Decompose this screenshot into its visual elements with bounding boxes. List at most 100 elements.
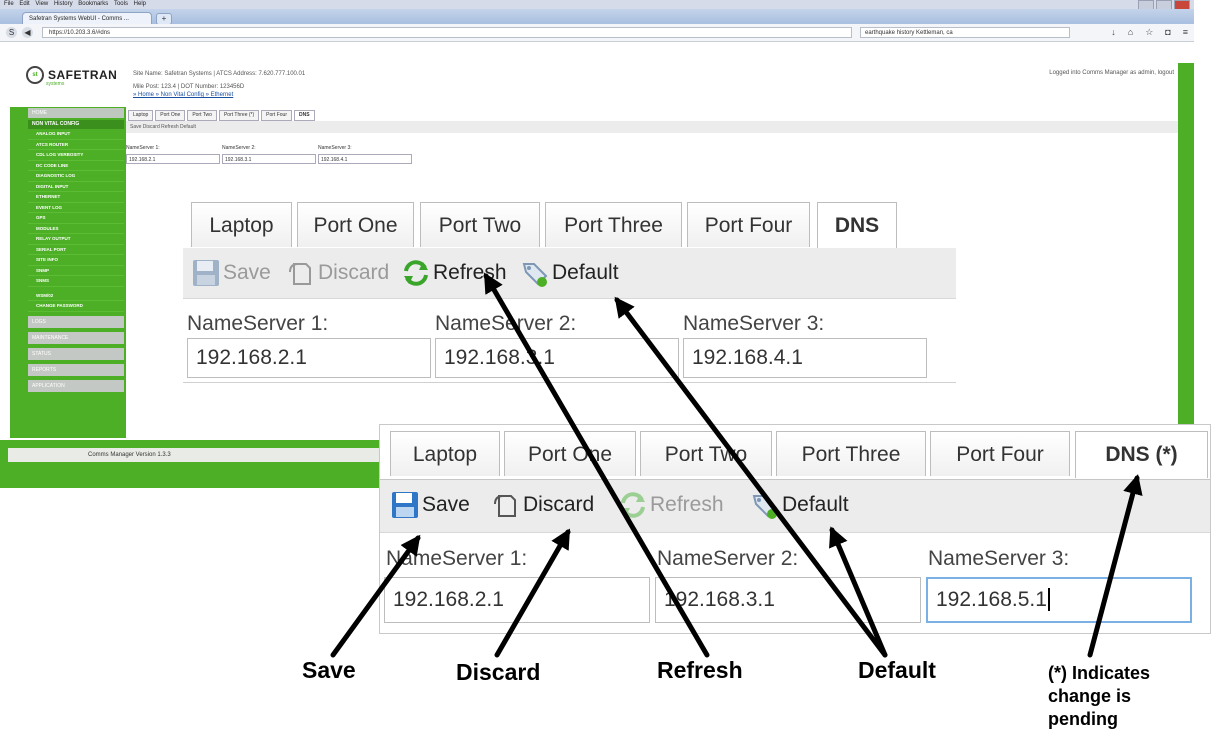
- sidebar-item[interactable]: DIAGNOSTIC LOG: [28, 171, 124, 182]
- tab-port-one[interactable]: Port One: [504, 431, 636, 476]
- safetran-logo: st SAFETRAN systems: [26, 66, 118, 87]
- menu-icon[interactable]: ≡: [1183, 27, 1188, 38]
- tab-port-three[interactable]: Port Three: [545, 202, 682, 247]
- default-button[interactable]: Default: [750, 480, 849, 530]
- sidebar-home[interactable]: HOME: [28, 108, 124, 118]
- discard-icon: [286, 258, 316, 288]
- small-tab-port-one[interactable]: Port One: [155, 110, 186, 121]
- nameserver-1-input[interactable]: 192.168.2.1: [384, 577, 650, 623]
- sidebar-section-nonvital[interactable]: NON VITAL CONFIG: [28, 120, 124, 129]
- discard-button[interactable]: Discard: [286, 248, 389, 298]
- browser-navbar: S ◀ https://10.203.3.6/#dns earthquake h…: [0, 24, 1194, 42]
- logo-text: SAFETRAN: [48, 68, 118, 82]
- small-ns1-label: NameServer 1:: [126, 145, 160, 151]
- nameserver-2-label: NameServer 2:: [657, 547, 799, 570]
- tab-dns-pending[interactable]: DNS (*): [1075, 431, 1208, 478]
- menu-history[interactable]: History: [54, 1, 73, 7]
- sidebar-group[interactable]: LOGS: [28, 315, 124, 328]
- sidebar-group[interactable]: APPLICATION: [28, 379, 124, 392]
- default-button[interactable]: Default: [520, 248, 619, 298]
- refresh-button[interactable]: Refresh: [401, 248, 507, 298]
- sidebar-item[interactable]: SNMP: [28, 266, 124, 276]
- toolbar-icons: ↓ ⌂ ☆ ◘ ≡: [1111, 27, 1188, 38]
- sidebar-item[interactable]: CDL LOG VERBOSITY: [28, 150, 124, 161]
- discard-annotation: Discard: [456, 659, 541, 685]
- search-input[interactable]: earthquake history Kettleman, ca: [860, 27, 1070, 38]
- menu-view[interactable]: View: [35, 1, 48, 7]
- sidebar-item[interactable]: MODULES: [28, 224, 124, 234]
- sidebar-item[interactable]: DIGITAL INPUT: [28, 182, 124, 192]
- sidebar-group[interactable]: STATUS: [28, 347, 124, 360]
- small-tab-laptop[interactable]: Laptop: [128, 110, 154, 121]
- nameserver-3-value: 192.168.5.1: [936, 588, 1047, 611]
- tab-laptop[interactable]: Laptop: [191, 202, 292, 247]
- discard-button[interactable]: Discard: [491, 480, 594, 530]
- save-button[interactable]: Save: [390, 480, 470, 530]
- small-tab-dns[interactable]: DNS: [294, 110, 315, 121]
- floppy-disk-icon: [191, 258, 221, 288]
- browser-tabbar: Safetran Systems WebUI - Comms ... +: [0, 9, 1194, 25]
- tab-laptop[interactable]: Laptop: [390, 431, 500, 476]
- home-icon[interactable]: ⌂: [1128, 27, 1133, 38]
- save-button[interactable]: Save: [191, 248, 271, 298]
- sidebar-item[interactable]: EVENT LOG: [28, 203, 124, 213]
- small-ns1-input[interactable]: 192.168.2.1: [126, 154, 220, 164]
- nameserver-2-input[interactable]: 192.168.3.1: [435, 338, 679, 378]
- menu-help[interactable]: Help: [134, 1, 146, 7]
- refresh-icon: [618, 490, 648, 520]
- toolbar: Save Discard Refresh Default: [183, 248, 956, 299]
- small-ns2-input[interactable]: 192.168.3.1: [222, 154, 316, 164]
- sidebar-item[interactable]: ATCS ROUTER: [28, 140, 124, 150]
- pocket-icon[interactable]: ◘: [1165, 27, 1170, 38]
- sidebar-group[interactable]: MAINTENANCE: [28, 331, 124, 344]
- refresh-button[interactable]: Refresh: [618, 480, 724, 530]
- tab-port-two[interactable]: Port Two: [420, 202, 540, 247]
- discard-icon: [491, 490, 521, 520]
- sidebar-item[interactable]: SITE INFO: [28, 255, 124, 266]
- sidebar-group[interactable]: REPORTS: [28, 363, 124, 376]
- menu-file[interactable]: File: [4, 1, 14, 7]
- sidebar-item[interactable]: RELAY OUTPUT: [28, 234, 124, 245]
- small-ns3-label: NameServer 3:: [318, 145, 352, 151]
- download-icon[interactable]: ↓: [1111, 27, 1116, 38]
- sidebar-item[interactable]: CHANGE PASSWORD: [28, 301, 124, 312]
- menu-edit[interactable]: Edit: [19, 1, 29, 7]
- breadcrumb[interactable]: » Home » Non Vital Config » Ethernet: [133, 91, 305, 99]
- back-button[interactable]: ◀: [22, 27, 33, 38]
- sidebar-item[interactable]: GPS: [28, 213, 124, 224]
- browser-tab[interactable]: Safetran Systems WebUI - Comms ...: [22, 12, 152, 24]
- url-bar[interactable]: https://10.203.3.6/#dns: [42, 27, 852, 38]
- tab-dns[interactable]: DNS: [817, 202, 897, 249]
- small-tab-port-two[interactable]: Port Two: [187, 110, 217, 121]
- sidebar: HOME NON VITAL CONFIG ANALOG INPUT ATCS R…: [28, 108, 124, 392]
- mile-line: Mile Post: 123.4 | DOT Number: 123456D: [133, 84, 245, 90]
- sync-icon[interactable]: S: [6, 27, 17, 38]
- nameserver-1-input[interactable]: 192.168.2.1: [187, 338, 431, 378]
- small-tab-port-three[interactable]: Port Three (*): [218, 110, 260, 121]
- nameserver-3-input[interactable]: 192.168.4.1: [683, 338, 927, 378]
- tab-port-three[interactable]: Port Three: [776, 431, 926, 476]
- nameserver-3-input[interactable]: 192.168.5.1​: [926, 577, 1192, 623]
- sidebar-item[interactable]: ETHERNET: [28, 192, 124, 203]
- panel-divider: [183, 382, 956, 383]
- tab-port-four[interactable]: Port Four: [930, 431, 1070, 476]
- nameserver-2-input[interactable]: 192.168.3.1: [655, 577, 921, 623]
- small-tab-port-four[interactable]: Port Four: [261, 110, 292, 121]
- small-ns2-label: NameServer 2:: [222, 145, 256, 151]
- small-ns3-input[interactable]: 192.168.4.1: [318, 154, 412, 164]
- sidebar-item[interactable]: ANALOG INPUT: [28, 129, 124, 140]
- tab-port-two[interactable]: Port Two: [640, 431, 772, 476]
- toolbar-pending: Save Discard Refresh Default: [380, 480, 1210, 533]
- tab-port-one[interactable]: Port One: [297, 202, 414, 247]
- menu-tools[interactable]: Tools: [114, 1, 128, 7]
- tab-port-four[interactable]: Port Four: [687, 202, 810, 247]
- nameserver-3-label: NameServer 3:: [928, 547, 1070, 570]
- default-annotation: Default: [858, 657, 936, 683]
- sidebar-item[interactable]: DC CODE LINE: [28, 161, 124, 171]
- sidebar-item[interactable]: SERIAL PORT: [28, 245, 124, 255]
- sidebar-item[interactable]: SNMS: [28, 276, 124, 287]
- bookmark-star-icon[interactable]: ☆: [1145, 27, 1153, 38]
- sidebar-item[interactable]: WSM/02: [28, 291, 124, 301]
- logo-badge-icon: st: [26, 66, 44, 84]
- menu-bookmarks[interactable]: Bookmarks: [78, 1, 108, 7]
